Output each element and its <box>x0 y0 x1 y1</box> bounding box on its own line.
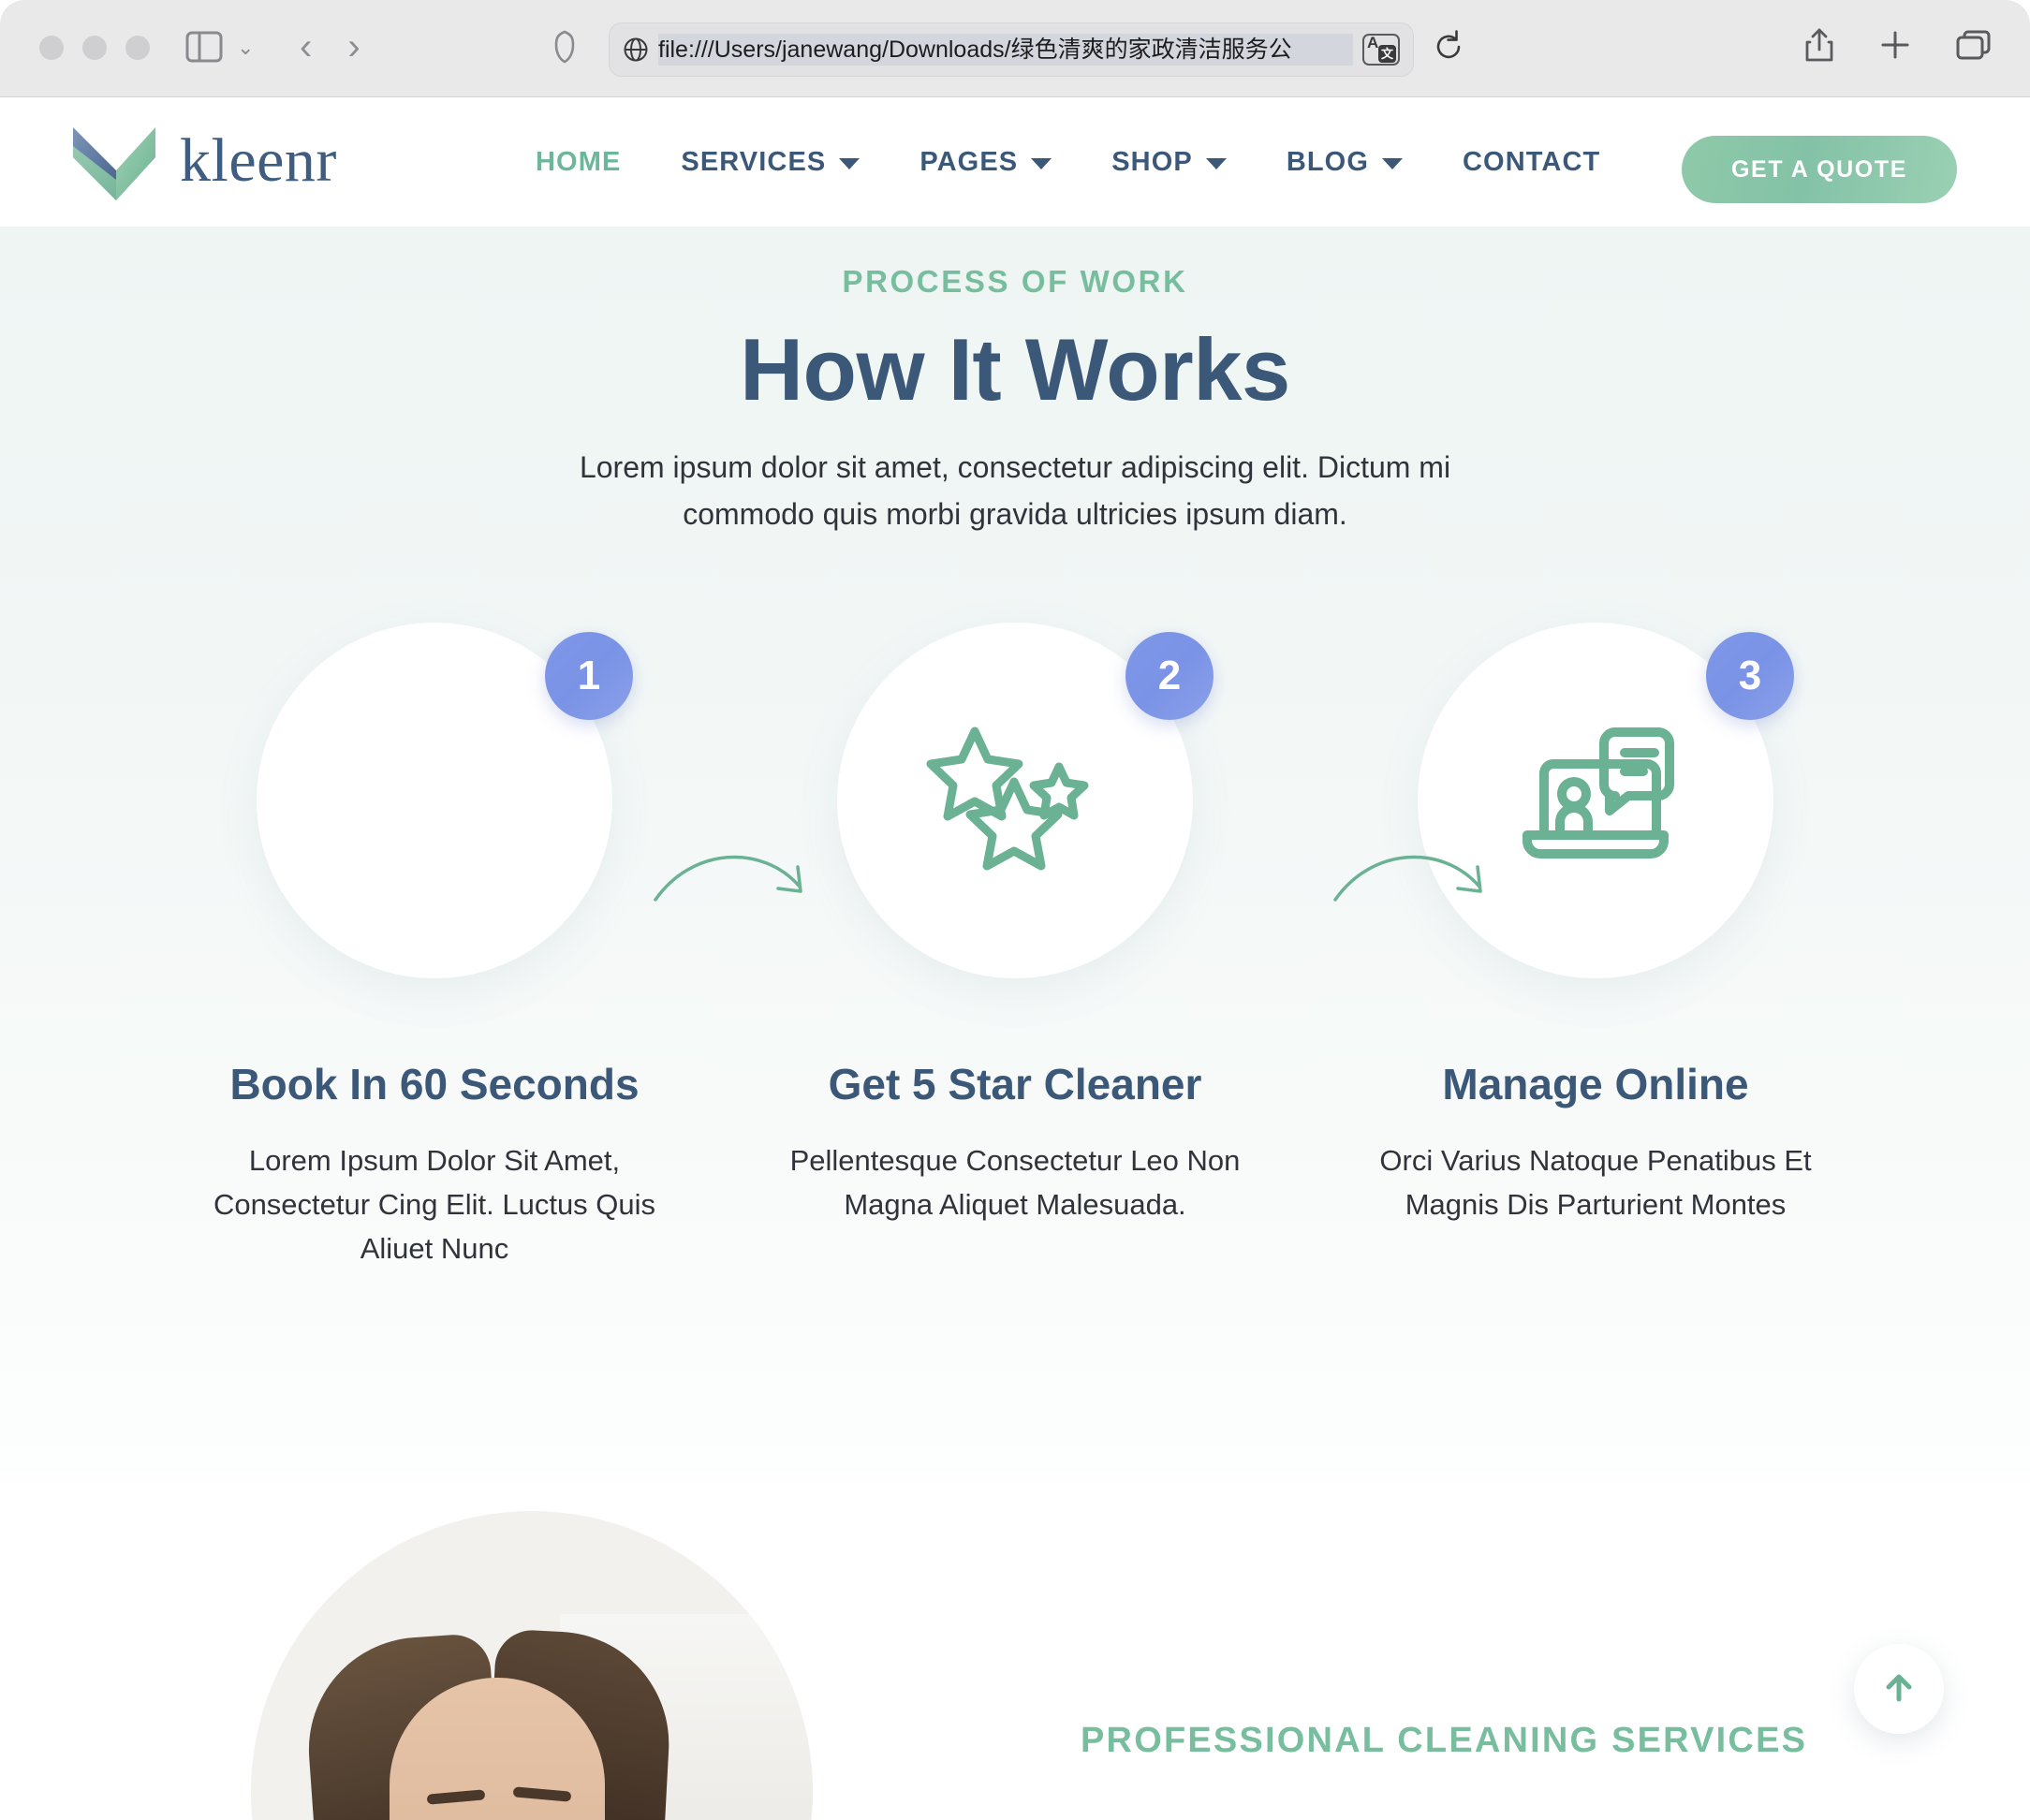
nav-label: CONTACT <box>1463 146 1601 177</box>
window-controls <box>39 36 150 60</box>
shield-icon[interactable] <box>552 30 577 64</box>
nav-label: PAGES <box>919 146 1019 177</box>
globe-icon <box>623 37 649 63</box>
laptop-chat-icon <box>1507 723 1684 877</box>
sidebar-icon[interactable] <box>184 28 225 66</box>
plus-icon[interactable] <box>1878 28 1912 62</box>
step-icon-wrap: 1 <box>257 622 633 978</box>
reload-icon[interactable] <box>1433 28 1464 66</box>
step-connector-arrow <box>650 838 818 913</box>
web-page-viewport: kleenr HOME SERVICES PAGES SHOP BLOG CON… <box>0 97 2030 1820</box>
address-bar[interactable]: file:///Users/janewang/Downloads/绿色清爽的家政… <box>609 22 1414 77</box>
chevron-down-icon <box>1031 158 1052 169</box>
nav-item-blog[interactable]: BLOG <box>1257 147 1433 178</box>
browser-window: ⌄ ‹ › file:///Users/janewang/Downloads/绿… <box>0 0 2030 1820</box>
get-a-quote-button[interactable]: GET A QUOTE <box>1682 136 1957 203</box>
nav-item-services[interactable]: SERVICES <box>651 147 890 178</box>
nav-item-contact[interactable]: CONTACT <box>1433 147 1630 178</box>
page-title: How It Works <box>740 320 1290 418</box>
share-icon[interactable] <box>1803 26 1835 64</box>
nav-label: SHOP <box>1111 146 1193 177</box>
professional-cleaning-section: PROFESSIONAL CLEANING SERVICES <box>0 1472 2030 1820</box>
three-stars-icon <box>926 718 1104 882</box>
chevron-down-icon <box>839 158 861 169</box>
step-description: Orci Varius Natoque Penatibus Et Magnis … <box>1379 1143 1812 1221</box>
step-title: Get 5 Star Cleaner <box>828 1059 1202 1108</box>
browser-titlebar: ⌄ ‹ › file:///Users/janewang/Downloads/绿… <box>0 0 2030 97</box>
step-connector-arrow <box>1330 838 1498 913</box>
section-subtitle: Lorem ipsum dolor sit amet, consectetur … <box>579 449 1451 531</box>
browser-navigation: ‹ › <box>300 26 360 67</box>
translate-letter: A <box>1367 34 1379 51</box>
site-logo[interactable]: kleenr <box>69 122 337 200</box>
how-it-works-section: PROCESS OF WORK How It Works Lorem ipsum… <box>0 227 2030 1472</box>
close-button[interactable] <box>39 36 64 60</box>
steps-row: 1 Book In 60 Seconds Lorem Ipsum Dolor S… <box>0 622 2030 1271</box>
section-eyebrow-professional: PROFESSIONAL CLEANING SERVICES <box>1081 1721 1808 1760</box>
nav-label: SERVICES <box>681 146 827 177</box>
toolbar-right <box>1803 26 1993 64</box>
kleenr-mark-icon <box>69 122 159 200</box>
site-header: kleenr HOME SERVICES PAGES SHOP BLOG CON… <box>0 97 2030 227</box>
main-navigation: HOME SERVICES PAGES SHOP BLOG CONTACT <box>506 97 1630 227</box>
nav-item-pages[interactable]: PAGES <box>890 147 1081 178</box>
maximize-button[interactable] <box>125 36 150 60</box>
translate-icon[interactable]: A 文 <box>1362 34 1400 66</box>
step-description: Pellentesque Consectetur Leo Non Magna A… <box>789 1143 1241 1221</box>
step-number-badge: 3 <box>1706 631 1794 720</box>
nav-item-shop[interactable]: SHOP <box>1081 147 1257 178</box>
step-icon-wrap: 2 <box>837 622 1214 978</box>
step-number-badge: 2 <box>1125 631 1214 720</box>
minimize-button[interactable] <box>82 36 107 60</box>
step-card: 3 Manage Online Orci Varius Natoque Pena… <box>1305 622 1886 1271</box>
section-eyebrow: PROCESS OF WORK <box>842 264 1188 299</box>
chevron-down-icon <box>1205 158 1227 169</box>
step-number-badge: 1 <box>545 631 633 720</box>
step-title: Book In 60 Seconds <box>229 1059 640 1108</box>
cleaning-lady-photo <box>251 1511 813 1820</box>
translate-glyph: 文 <box>1378 45 1396 63</box>
chevron-down-icon[interactable]: ⌄ <box>237 37 254 58</box>
forward-button[interactable]: › <box>347 26 360 67</box>
nav-label: HOME <box>536 146 622 177</box>
chevron-down-icon <box>1382 158 1403 169</box>
nav-label: BLOG <box>1286 146 1369 177</box>
step-card: 1 Book In 60 Seconds Lorem Ipsum Dolor S… <box>144 622 725 1271</box>
step-description: Lorem Ipsum Dolor Sit Amet, Consectetur … <box>213 1143 656 1265</box>
brand-name: kleenr <box>180 126 337 195</box>
step-card: 2 Get 5 Star Cleaner Pellentesque Consec… <box>725 622 1305 1271</box>
arrow-up-icon <box>1878 1667 1920 1711</box>
step-title: Manage Online <box>1442 1059 1749 1108</box>
scroll-to-top-button[interactable] <box>1854 1644 1944 1734</box>
tab-overview-icon[interactable] <box>1955 28 1993 62</box>
url-text[interactable]: file:///Users/janewang/Downloads/绿色清爽的家政… <box>658 34 1353 66</box>
back-button[interactable]: ‹ <box>300 26 312 67</box>
step-icon-wrap: 3 <box>1418 622 1794 978</box>
nav-item-home[interactable]: HOME <box>506 147 651 178</box>
